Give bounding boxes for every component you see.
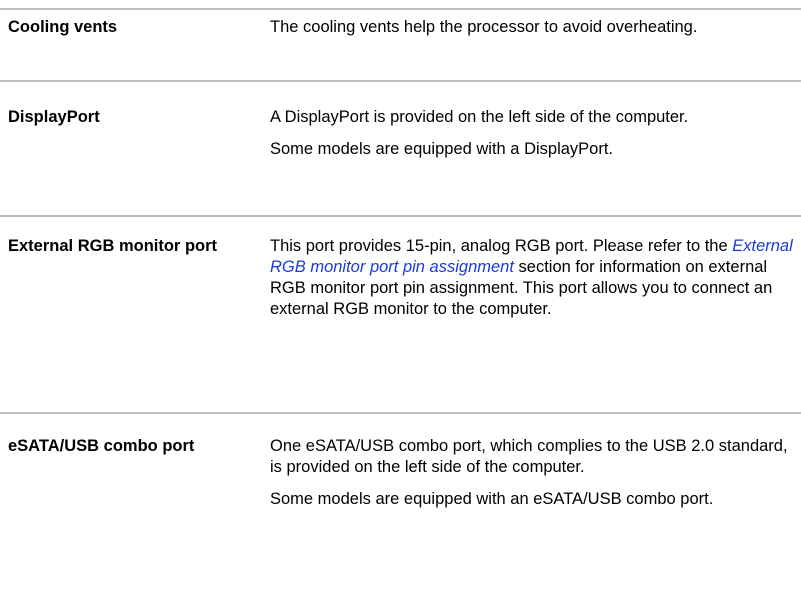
term-description: One eSATA/USB combo port, which complies… xyxy=(270,436,794,510)
description-paragraph: This port provides 15-pin, analog RGB po… xyxy=(270,236,794,320)
document-page: Cooling vents The cooling vents help the… xyxy=(0,0,801,595)
description-paragraph: A DisplayPort is provided on the left si… xyxy=(270,108,689,126)
row-divider xyxy=(0,80,801,82)
description-text-before-link: This port provides 15-pin, analog RGB po… xyxy=(270,237,733,255)
row-divider xyxy=(0,8,801,10)
description-paragraph: Some models are equipped with an eSATA/U… xyxy=(270,490,714,508)
description-paragraph: Some models are equipped with a DisplayP… xyxy=(270,140,614,158)
term-label: External RGB monitor port xyxy=(8,237,218,255)
description-paragraph: One eSATA/USB combo port, which complies… xyxy=(270,437,788,476)
term-label: DisplayPort xyxy=(8,108,100,126)
term-description: A DisplayPort is provided on the left si… xyxy=(270,107,794,160)
term-label: Cooling vents xyxy=(8,18,118,36)
row-divider xyxy=(0,412,801,414)
row-divider xyxy=(0,215,801,217)
term-label: eSATA/USB combo port xyxy=(8,437,195,455)
term-description: The cooling vents help the processor to … xyxy=(270,17,794,38)
description-paragraph: The cooling vents help the processor to … xyxy=(270,18,698,36)
term-description: This port provides 15-pin, analog RGB po… xyxy=(270,236,794,320)
